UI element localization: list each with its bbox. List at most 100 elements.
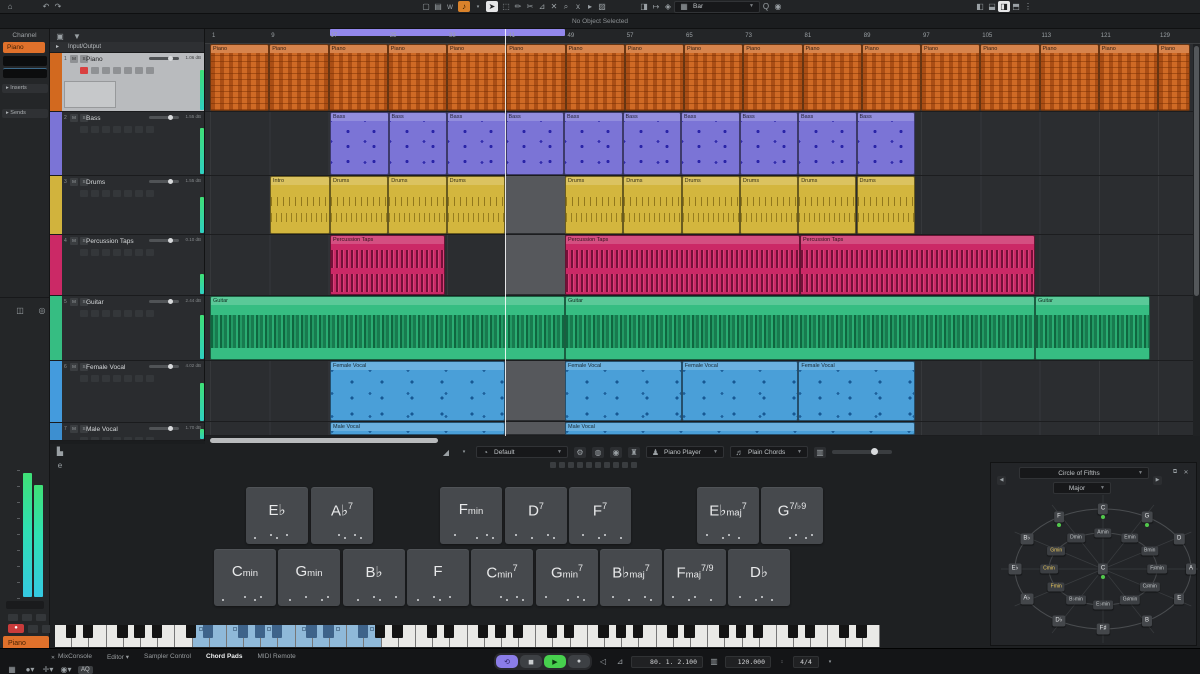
chord-pad-fmaj7-9[interactable]: Fmaj7/9 xyxy=(664,549,726,606)
monitor-button[interactable] xyxy=(91,310,99,317)
black-key[interactable] xyxy=(117,625,127,638)
read-button[interactable] xyxy=(102,67,110,74)
zoom-tool-icon[interactable]: ⌕ xyxy=(560,1,572,12)
horizontal-scrollbar[interactable] xyxy=(205,436,1200,444)
chord-pad-f[interactable]: F xyxy=(407,549,469,606)
circle-node-fmin[interactable]: Fmin xyxy=(1048,583,1065,592)
zone-tab-editor[interactable]: Editor ▾ xyxy=(107,653,129,661)
solo-button[interactable] xyxy=(22,614,32,621)
monitor-button[interactable] xyxy=(91,375,99,382)
black-key[interactable] xyxy=(667,625,677,638)
track-lane-drums[interactable]: IntroDrumsDrumsDrumsDrumsDrumsDrumsDrums… xyxy=(205,176,1200,235)
clip-guitar[interactable]: Guitar xyxy=(210,296,565,360)
black-key[interactable] xyxy=(719,625,729,638)
lane-button[interactable] xyxy=(146,190,154,197)
pads-view2-icon[interactable]: ◉ xyxy=(610,447,622,458)
pad-bank-cell[interactable] xyxy=(577,462,583,468)
chord-pads-keyboard[interactable] xyxy=(55,625,880,647)
track-row-guitar[interactable]: 5MSGuitar2.44 dB xyxy=(50,296,205,361)
black-key[interactable] xyxy=(513,625,523,638)
clip-piano[interactable]: Piano xyxy=(862,44,921,111)
clip-piano[interactable]: Piano xyxy=(684,44,743,111)
chord-pad-gmin7[interactable]: Gmin7 xyxy=(536,549,598,606)
add-track-icon[interactable]: ▣ xyxy=(54,31,66,42)
black-key[interactable] xyxy=(495,625,505,638)
snap-icon[interactable]: ◈ xyxy=(662,1,674,12)
clip-drums[interactable]: Drums xyxy=(330,176,388,234)
black-key[interactable] xyxy=(392,625,402,638)
tempo-display[interactable]: 120.000 xyxy=(725,656,771,668)
chord-pad-g7-9[interactable]: G7/♭9 xyxy=(761,487,823,544)
range-tool-icon[interactable]: ⬚ xyxy=(500,1,512,12)
player-dropdown[interactable]: ♟ Piano Player ▼ xyxy=(646,446,724,458)
circle-node-f[interactable]: F xyxy=(1054,512,1064,523)
monitor-button[interactable] xyxy=(91,437,99,441)
locator-icon[interactable]: ◁ xyxy=(597,656,609,667)
workspace-icon[interactable]: ▤ xyxy=(432,1,444,12)
circle-node-f-min[interactable]: F♯min xyxy=(1147,565,1167,574)
automation-follow-icon[interactable]: ◨ xyxy=(638,1,650,12)
chord-pad-fmin[interactable]: Fmin xyxy=(440,487,502,544)
track-lane-male-vocal[interactable]: Male VocalMale Vocal xyxy=(205,422,1200,436)
clip-bass[interactable]: Bass xyxy=(857,112,916,175)
record-enable-button[interactable] xyxy=(80,310,88,317)
black-key[interactable] xyxy=(186,625,196,638)
pads-lock-icon[interactable]: ♜ xyxy=(628,447,640,458)
track-lane-bass[interactable]: BassBassBassBassBassBassBassBassBassBass xyxy=(205,112,1200,176)
track-lane-piano[interactable]: PianoPianoPianoPianoPianoPianoPianoPiano… xyxy=(205,44,1200,112)
write-button[interactable] xyxy=(113,437,121,441)
lane-button[interactable] xyxy=(146,67,154,74)
lower-zone-icon[interactable]: ⬓ xyxy=(986,1,998,12)
time-signature-display[interactable]: 4/4 xyxy=(793,656,819,668)
clip-drums[interactable]: Drums xyxy=(798,176,856,234)
circle-node-e-min[interactable]: E♭min xyxy=(1093,601,1113,610)
split-tool-icon[interactable]: ✂ xyxy=(524,1,536,12)
record-enable-button[interactable] xyxy=(80,190,88,197)
black-key[interactable] xyxy=(272,625,282,638)
clip-drums[interactable]: Drums xyxy=(740,176,798,234)
grid-overlay-icon[interactable]: ▦ xyxy=(6,664,18,674)
listen-button[interactable] xyxy=(36,614,46,621)
chord-pad-cmin[interactable]: Cmin xyxy=(214,549,276,606)
write-button[interactable] xyxy=(113,310,121,317)
record-enable-button[interactable] xyxy=(80,375,88,382)
black-key[interactable] xyxy=(684,625,694,638)
edit-button[interactable] xyxy=(124,437,132,441)
lane-button[interactable] xyxy=(146,249,154,256)
chord-pad-d7[interactable]: D7 xyxy=(505,487,567,544)
track-volume-slider[interactable] xyxy=(149,300,179,303)
clip-piano[interactable]: Piano xyxy=(388,44,447,111)
sig-caret-icon[interactable]: ▾ xyxy=(824,656,836,667)
clip-bass[interactable]: Bass xyxy=(681,112,740,175)
chord-pad-e-[interactable]: E♭ xyxy=(246,487,308,544)
edit-button[interactable] xyxy=(124,190,132,197)
clip-bass[interactable]: Bass xyxy=(623,112,682,175)
read-button[interactable] xyxy=(102,437,110,441)
pad-bank-cell[interactable] xyxy=(559,462,565,468)
track-volume-slider[interactable] xyxy=(149,365,179,368)
clip-female-vocal[interactable]: Female Vocal xyxy=(798,361,915,421)
clip-percussion-taps[interactable]: Percussion Taps xyxy=(565,235,800,295)
horizontal-scrollbar-thumb[interactable] xyxy=(210,438,438,443)
black-key[interactable] xyxy=(547,625,557,638)
feedback-caret-icon[interactable]: ▾ xyxy=(472,1,484,12)
crosshair-menu-icon[interactable]: ✛▾ xyxy=(42,664,54,674)
clip-percussion-taps[interactable]: Percussion Taps xyxy=(800,235,1035,295)
circle-node-g[interactable]: G xyxy=(1142,512,1153,523)
play-tool-icon[interactable]: ▸ xyxy=(584,1,596,12)
mono-icon[interactable]: ◎ xyxy=(36,305,48,316)
mute-button[interactable]: M xyxy=(70,363,78,371)
black-key[interactable] xyxy=(203,625,213,638)
edit-button[interactable] xyxy=(124,375,132,382)
chord-pad-b-maj7[interactable]: B♭maj7 xyxy=(600,549,662,606)
clip-bass[interactable]: Bass xyxy=(798,112,857,175)
clip-piano[interactable]: Piano xyxy=(329,44,388,111)
write-button[interactable] xyxy=(113,249,121,256)
monitor-button[interactable] xyxy=(91,249,99,256)
time-display[interactable]: 80. 1. 2.100 xyxy=(631,656,703,668)
track-volume-slider[interactable] xyxy=(149,57,179,60)
record-enable-button[interactable] xyxy=(80,126,88,133)
keyboard-display-icon[interactable]: ▙ xyxy=(54,446,66,457)
pad-bank-cell[interactable] xyxy=(595,462,601,468)
read-button[interactable] xyxy=(102,310,110,317)
